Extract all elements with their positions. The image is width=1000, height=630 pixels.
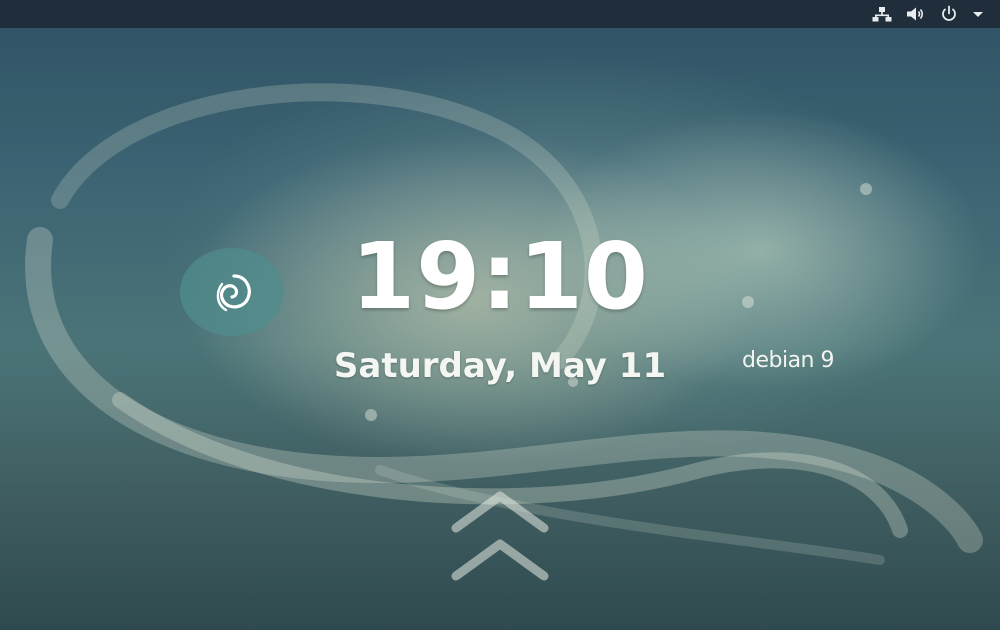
debian-swirl-icon	[216, 274, 251, 312]
clock-date: Saturday, May 11	[333, 346, 667, 386]
chevron-up-icon	[451, 491, 549, 581]
decor-dot	[860, 183, 872, 195]
clock-time: 19:10	[351, 223, 649, 330]
decor-dot	[365, 409, 377, 421]
volume-icon[interactable]	[906, 6, 926, 22]
unlock-arrows[interactable]	[448, 488, 552, 588]
lock-screen[interactable]: 19:10 Saturday, May 11 debian 9	[0, 0, 1000, 630]
network-icon[interactable]	[872, 6, 892, 22]
system-status-area[interactable]	[872, 0, 984, 28]
distro-brand: debian 9	[742, 348, 835, 373]
debian-logo	[180, 248, 284, 336]
power-icon[interactable]	[940, 5, 958, 23]
decor-dot	[742, 296, 754, 308]
menu-arrow-icon[interactable]	[972, 9, 984, 19]
top-bar	[0, 0, 1000, 28]
